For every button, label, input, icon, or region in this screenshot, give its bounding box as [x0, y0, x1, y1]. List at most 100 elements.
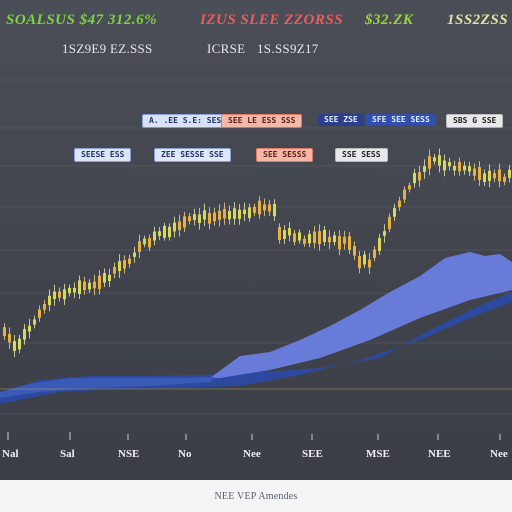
- candle-body: [338, 236, 341, 250]
- candle-body: [353, 245, 356, 256]
- candle-body: [203, 210, 206, 220]
- candle-body: [488, 170, 491, 181]
- candle-body: [163, 225, 166, 238]
- candle-body: [188, 216, 191, 222]
- candle-body: [53, 291, 56, 300]
- candle-body: [33, 319, 36, 325]
- candle-body: [233, 208, 236, 219]
- candle-body: [283, 230, 286, 240]
- candle-body: [443, 160, 446, 171]
- candle-body: [373, 249, 376, 258]
- candle-body: [8, 333, 11, 343]
- candle-body: [123, 260, 126, 269]
- candle-body: [398, 200, 401, 207]
- candle-body: [343, 236, 346, 244]
- candle-body: [213, 212, 216, 222]
- candle-body: [148, 238, 151, 248]
- candle-body: [503, 176, 506, 182]
- candle-body: [118, 261, 121, 271]
- candle-body: [473, 168, 476, 176]
- candle-body: [508, 169, 511, 178]
- candle-body: [73, 287, 76, 293]
- candle-body: [173, 222, 176, 232]
- candle-body: [333, 235, 336, 243]
- candle-body: [358, 256, 361, 269]
- candle-body: [478, 167, 481, 180]
- candlesticks: [3, 148, 511, 358]
- candle-body: [438, 155, 441, 166]
- candle-body: [273, 203, 276, 217]
- candle-body: [413, 173, 416, 184]
- candle-body: [313, 231, 316, 243]
- candle-body: [498, 169, 501, 182]
- candle-body: [253, 206, 256, 213]
- candle-body: [28, 325, 31, 332]
- candle-body: [288, 228, 291, 236]
- candle-body: [128, 258, 131, 264]
- candle-body: [423, 166, 426, 172]
- candle-body: [48, 295, 51, 306]
- candle-body: [133, 252, 136, 257]
- candle-body: [393, 208, 396, 217]
- candle-body: [448, 162, 451, 167]
- candle-body: [168, 226, 171, 238]
- candle-body: [468, 166, 471, 172]
- candle-body: [263, 204, 266, 211]
- candle-body: [38, 309, 41, 318]
- candle-body: [493, 173, 496, 179]
- candle-body: [223, 209, 226, 219]
- candle-body: [378, 238, 381, 251]
- x-label-1: Nal: [2, 448, 19, 460]
- footer-caption: NEE VEP Amendes: [214, 490, 298, 502]
- candle-body: [63, 289, 66, 300]
- candle-body: [388, 216, 391, 229]
- x-label-3: NSE: [118, 448, 140, 460]
- chart-panel: SOALSUS $47 312.6% IZUS SLEE ZZORSS $32.…: [0, 0, 512, 480]
- candle-body: [348, 236, 351, 250]
- candle-body: [278, 227, 281, 240]
- x-label-7: MSE: [366, 448, 390, 460]
- candle-body: [293, 233, 296, 242]
- candle-body: [228, 210, 231, 220]
- candle-body: [108, 274, 111, 281]
- candle-body: [178, 221, 181, 230]
- candle-body: [183, 216, 186, 228]
- candle-body: [328, 236, 331, 243]
- candle-body: [93, 281, 96, 289]
- candle-body: [153, 231, 156, 241]
- candle-body: [403, 189, 406, 200]
- candle-body: [18, 338, 21, 350]
- candle-body: [138, 241, 141, 252]
- x-label-2: Sal: [60, 448, 75, 460]
- candle-body: [303, 238, 306, 244]
- candle-body: [323, 229, 326, 242]
- x-label-6: SEE: [302, 448, 323, 460]
- candle-body: [433, 157, 436, 162]
- candle-body: [78, 280, 81, 295]
- candle-body: [408, 185, 411, 190]
- candle-body: [243, 209, 246, 215]
- candle-body: [83, 281, 86, 290]
- candle-body: [158, 231, 161, 236]
- candle-body: [428, 156, 431, 169]
- x-label-8: NEE: [428, 448, 451, 460]
- x-label-4: No: [178, 448, 192, 460]
- candle-body: [13, 341, 16, 351]
- candle-body: [98, 275, 101, 289]
- candle-body: [458, 162, 461, 172]
- candle-body: [43, 304, 46, 310]
- candle-body: [58, 291, 61, 298]
- x-label-9: Nee: [490, 448, 508, 460]
- candle-body: [68, 287, 71, 294]
- candle-body: [368, 259, 371, 268]
- candle-body: [238, 209, 241, 219]
- price-chart[interactable]: [0, 0, 512, 480]
- candle-body: [463, 165, 466, 171]
- candle-body: [3, 327, 6, 337]
- footer-bar: NEE VEP Amendes: [0, 480, 512, 512]
- candle-body: [308, 233, 311, 244]
- candle-body: [298, 232, 301, 241]
- candle-body: [418, 172, 421, 181]
- candle-body: [453, 165, 456, 171]
- candle-body: [113, 266, 116, 274]
